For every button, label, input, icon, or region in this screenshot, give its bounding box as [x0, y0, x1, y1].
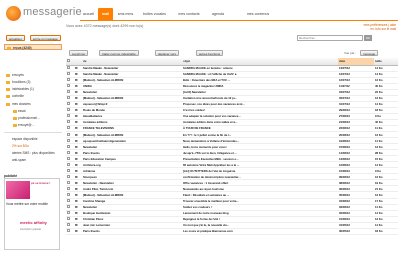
row-size: 18 Ko — [374, 228, 398, 235]
folder-icon — [13, 123, 17, 127]
header-date[interactable]: date — [338, 58, 374, 66]
tab-sms-mms[interactable]: sms mms — [114, 8, 137, 20]
tab-boites-vocales[interactable]: boîtes vocales — [138, 8, 171, 20]
refresh-button[interactable]: actualiser — [6, 35, 25, 41]
storage-usage: 2% sur 8Go — [12, 144, 29, 148]
mark-spam-button[interactable]: traiter comme indésirable — [99, 50, 139, 56]
message-list: de objet date taille ✉ Sandra Maaké - New… — [66, 58, 398, 235]
ad-caption: Vous mettre sur votre mobile — [6, 202, 48, 206]
per-page-label: Vue par : — [344, 51, 357, 55]
folder-icon — [6, 87, 10, 91]
ad-brand: meetic affinity — [20, 220, 47, 225]
inbox-summary: Vous avez 4372 message(s) dont 4299 non … — [66, 24, 144, 28]
folder-sent[interactable]: envoyés — [4, 72, 62, 78]
folder-spam[interactable]: indésirables (1) — [4, 86, 62, 92]
search-button[interactable]: OK — [364, 35, 372, 41]
search-input[interactable]: Rechercher... — [297, 35, 363, 41]
view-mode-select[interactable]: message — [360, 50, 379, 56]
row-sender: Paris Events — [82, 228, 182, 235]
folder-icon — [6, 73, 10, 77]
folder-icon — [6, 102, 10, 106]
sms-alerts-link[interactable]: alertes SMS : plus disponibles — [4, 150, 62, 156]
tab-mes-contacts[interactable]: mes contacts — [174, 8, 204, 20]
folder-essai[interactable]: essai — [4, 108, 62, 114]
select-all-checkbox[interactable] — [66, 58, 74, 66]
folder-trash[interactable]: corbeille — [4, 93, 62, 99]
tab-mail[interactable]: mail — [98, 8, 113, 20]
tab-mes-contenus[interactable]: mes contenus — [240, 8, 276, 20]
more-actions-button[interactable]: autres fonctions — [196, 50, 224, 56]
row-subject: Les cours et pratique Bienvenus.com — [182, 228, 338, 235]
user-links[interactable]: mes préférences | aide ex: info sur le m… — [364, 23, 396, 31]
folder-icon — [6, 80, 10, 84]
folder-envoye[interactable]: envoyé@… — [4, 122, 62, 128]
folder-icon — [6, 94, 10, 98]
row-date: 30/05/12 — [338, 228, 374, 235]
envelope-icon: ✉ — [74, 228, 82, 235]
tab-accueil[interactable]: accueil — [80, 8, 97, 20]
anti-spam-link[interactable]: anti-spam — [4, 157, 62, 163]
messagerie-logo-icon — [6, 6, 21, 21]
table-header: de objet date taille — [66, 58, 398, 66]
header-subject[interactable]: objet — [182, 58, 338, 66]
folder-icon — [13, 109, 17, 113]
divider — [4, 132, 62, 133]
folder-icon — [13, 116, 17, 120]
folder-my-folders[interactable]: mes dossiers — [4, 101, 62, 107]
ad-image[interactable] — [6, 181, 30, 199]
tab-bar-underline — [80, 20, 398, 21]
storage-label: espace disponible — [12, 137, 38, 141]
ad-sub: inscription gratuite — [20, 228, 42, 231]
header-from[interactable]: de — [82, 58, 182, 66]
compose-button[interactable]: écrire un message — [30, 35, 61, 41]
folder-inbox[interactable]: reçus (4240) — [4, 44, 62, 50]
move-to-button[interactable]: déplacer vers — [155, 50, 180, 56]
folder-icon — [7, 46, 11, 50]
ad-badge: ça se trouve ! — [31, 181, 51, 185]
delete-button[interactable]: supprimer — [69, 50, 89, 56]
header-flag[interactable] — [74, 58, 82, 66]
header-size[interactable]: taille — [374, 58, 398, 66]
folder-professionnel[interactable]: professionnel... — [4, 115, 62, 121]
tab-agenda[interactable]: agenda — [208, 8, 228, 20]
folder-drafts[interactable]: brouillons (3) — [4, 79, 62, 85]
row-checkbox[interactable] — [66, 228, 74, 235]
app-title: messagerie — [23, 6, 82, 18]
table-row[interactable]: ✉ Paris Events Les cours et pratique Bienv… — [66, 228, 398, 235]
mail-info-link[interactable]: ex: info sur le mail — [364, 27, 396, 31]
